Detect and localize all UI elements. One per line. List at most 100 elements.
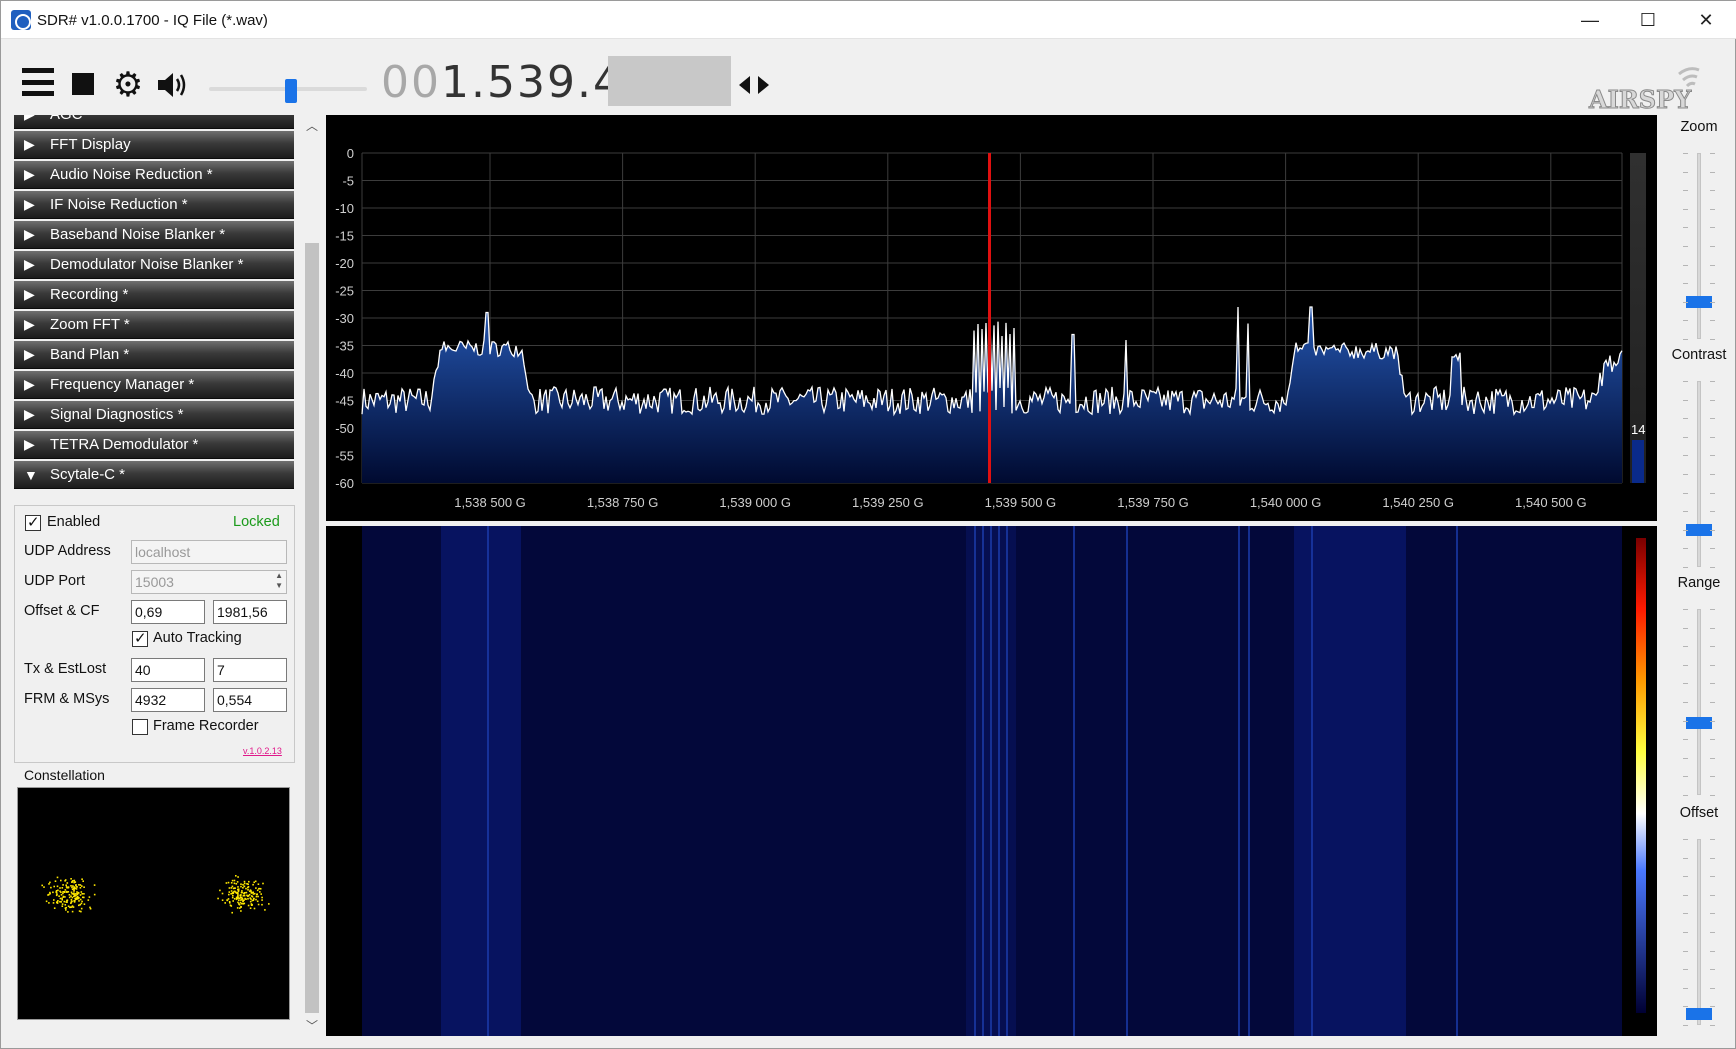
plugin-item[interactable]: ▶ Baseband Noise Blanker * <box>14 221 294 249</box>
maximize-button[interactable]: ☐ <box>1619 1 1677 39</box>
constellation-point <box>67 886 70 888</box>
waterfall-display[interactable] <box>326 526 1657 1036</box>
constellation-point <box>238 903 240 905</box>
constellation-point <box>71 905 74 907</box>
plugin-panel-scrollbar[interactable]: ︿ ﹀ <box>301 115 323 1037</box>
x-tick-label: 1,539 000 G <box>719 495 791 510</box>
constellation-point <box>60 891 62 894</box>
offset-input[interactable]: 0,69 <box>131 600 205 624</box>
plugin-item[interactable]: ▶ FFT Display <box>14 131 294 159</box>
msys-input[interactable]: 0,554 <box>213 688 287 712</box>
constellation-point <box>244 897 246 900</box>
range-slider[interactable] <box>1697 609 1701 795</box>
plugin-item[interactable]: ▶ Demodulator Noise Blanker * <box>14 251 294 279</box>
udp-port-stepper[interactable]: 15003 ▲ ▼ <box>131 570 287 594</box>
spectrum-analyzer[interactable]: 14 0 -5 -10 -15 -20 -25 -30 -35 -40 -45 -50 -55 -60 1… <box>326 115 1657 521</box>
menu-icon[interactable] <box>21 68 55 96</box>
constellation-point <box>70 895 72 897</box>
range-label: Range <box>1677 575 1721 591</box>
range-thumb[interactable] <box>1686 716 1712 729</box>
zoom-thumb[interactable] <box>1686 295 1712 308</box>
constellation-point <box>82 880 84 882</box>
lock-status: Locked <box>233 514 280 530</box>
plugin-item[interactable]: ▼ Scytale-C * <box>14 461 294 489</box>
constellation-point <box>240 885 242 888</box>
constellation-point <box>228 887 231 889</box>
plugin-item-label: Band Plan * <box>50 346 130 363</box>
constellation-point <box>64 879 67 881</box>
constellation-point <box>247 889 249 891</box>
volume-thumb[interactable] <box>284 79 297 103</box>
constellation-point <box>60 894 63 896</box>
step-arrows-icon[interactable] <box>737 74 771 96</box>
stepper-arrows-icon[interactable]: ▲ ▼ <box>275 571 283 591</box>
cf-input[interactable]: 1981,56 <box>213 600 287 624</box>
estlost-input[interactable]: 7 <box>213 658 287 682</box>
plugin-item[interactable]: ▶ Recording * <box>14 281 294 309</box>
waterfall-carrier-line <box>1006 526 1008 1036</box>
constellation-point <box>79 887 82 889</box>
constellation-point <box>244 892 246 894</box>
plugin-item[interactable]: ▶ IF Noise Reduction * <box>14 191 294 219</box>
constellation-point <box>43 886 45 888</box>
constellation-point <box>73 881 76 883</box>
plugin-item[interactable]: ▶ TETRA Demodulator * <box>14 431 294 459</box>
constellation-point <box>239 901 242 904</box>
constellation-plot <box>17 787 290 1020</box>
constellation-point <box>78 884 80 886</box>
offset-slider[interactable] <box>1697 839 1701 1025</box>
plugin-item[interactable]: ▶ Band Plan * <box>14 341 294 369</box>
stop-icon[interactable] <box>72 73 94 95</box>
close-button[interactable]: ✕ <box>1677 1 1735 39</box>
constellation-point <box>76 886 78 888</box>
constellation-point <box>235 896 238 899</box>
y-tick-label: -40 <box>335 366 354 381</box>
plugin-item[interactable]: ▶ Signal Diagnostics * <box>14 401 294 429</box>
scroll-down-icon[interactable]: ﹀ <box>303 1017 321 1035</box>
plugin-item[interactable]: ▶ Frequency Manager * <box>14 371 294 399</box>
contrast-slider[interactable] <box>1697 381 1701 567</box>
plugin-item-label: Scytale-C * <box>50 466 126 483</box>
auto-tracking-checkbox[interactable] <box>132 629 148 647</box>
constellation-point <box>262 882 264 885</box>
constellation-point <box>73 895 76 897</box>
constellation-point <box>78 904 80 907</box>
x-tick-label: 1,540 250 G <box>1382 495 1454 510</box>
frame-recorder-label: Frame Recorder <box>153 718 259 734</box>
constellation-point <box>58 895 60 897</box>
offset-thumb[interactable] <box>1686 1007 1712 1020</box>
constellation-point <box>76 891 78 893</box>
tx-input[interactable]: 40 <box>131 658 205 682</box>
expand-triangle-icon: ▶ <box>24 196 35 212</box>
constellation-point <box>231 879 234 882</box>
frame-recorder-checkbox[interactable] <box>132 719 148 735</box>
constellation-point <box>253 907 256 910</box>
plugin-item[interactable]: ▶ AGC <box>14 115 294 129</box>
minimize-button[interactable]: — <box>1561 1 1619 39</box>
expand-triangle-icon: ▶ <box>24 406 35 422</box>
tuned-frequency-marker[interactable] <box>988 153 991 483</box>
udp-address-input[interactable]: localhost <box>131 540 287 564</box>
constellation-point <box>246 883 248 885</box>
volume-slider[interactable] <box>209 79 367 103</box>
enabled-checkbox[interactable] <box>25 513 41 531</box>
constellation-point <box>253 892 256 895</box>
constellation-point <box>61 905 64 907</box>
constellation-point <box>73 893 75 895</box>
scroll-up-icon[interactable]: ︿ <box>303 117 321 135</box>
frm-input[interactable]: 4932 <box>131 688 205 712</box>
expand-triangle-icon: ▶ <box>24 436 35 452</box>
gear-icon[interactable]: ⚙ <box>111 68 145 102</box>
contrast-thumb[interactable] <box>1686 523 1712 536</box>
constellation-point <box>77 895 79 898</box>
plugin-item[interactable]: ▶ Audio Noise Reduction * <box>14 161 294 189</box>
zoom-slider[interactable] <box>1697 153 1701 339</box>
version-link[interactable]: v.1.0.2.13 <box>243 746 282 756</box>
plugin-item[interactable]: ▶ Zoom FFT * <box>14 311 294 339</box>
speaker-icon[interactable] <box>156 68 192 102</box>
constellation-point <box>65 909 67 911</box>
constellation-point <box>255 898 257 901</box>
constellation-point <box>217 897 219 900</box>
scroll-thumb[interactable] <box>305 243 319 1013</box>
constellation-point <box>78 900 80 902</box>
